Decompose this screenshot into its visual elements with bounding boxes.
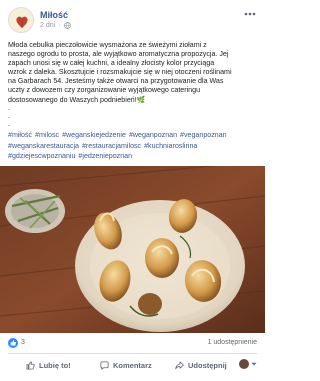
hashtags: #miłość #milosc #weganskiejedzenie #wega… xyxy=(8,130,260,162)
separator-dots: . . . xyxy=(8,105,10,129)
body-line: Młoda cebulka pieczołowicie wysmażona ze… xyxy=(8,41,207,49)
reaction-count[interactable]: 3 xyxy=(21,339,25,346)
facebook-post: Miłość 2 dni · Młoda cebulka pieczołowic… xyxy=(0,0,265,381)
hashtag-link[interactable]: #veganpoznan xyxy=(180,131,227,139)
hashtag-link[interactable]: #jedzeniepoznan xyxy=(78,152,132,160)
action-bar: Lubię to! Komentarz Udostępnij xyxy=(8,356,257,374)
post-time[interactable]: 2 dni xyxy=(40,22,55,29)
hashtag-link[interactable]: #gdziejescwpoznaniu xyxy=(8,152,75,160)
body-line: dostosowanego do Waszych podniebień! xyxy=(8,95,137,104)
divider xyxy=(8,353,257,354)
hashtag-link[interactable]: #miłość xyxy=(8,131,32,139)
avatar xyxy=(239,359,249,369)
share-icon xyxy=(175,360,184,370)
post-header: Miłość 2 dni · xyxy=(8,7,257,37)
hashtag-link[interactable]: #restauracjamilosc xyxy=(82,142,141,150)
page-name-link[interactable]: Miłość xyxy=(40,10,68,20)
like-reaction-icon[interactable] xyxy=(8,338,18,348)
post-stats: 3 1 udostępnienie xyxy=(8,338,257,350)
hashtag-link[interactable]: #weganskarestauracja xyxy=(8,142,79,150)
comment-icon xyxy=(100,360,109,370)
post-body: Młoda cebulka pieczołowicie wysmażona ze… xyxy=(8,41,258,105)
post-photo[interactable] xyxy=(0,166,265,333)
body-line: naszego ogrodu to prosta, ale wyjątkowo … xyxy=(8,50,229,59)
hashtag-link[interactable]: #weganpoznan xyxy=(129,131,177,139)
more-options-icon[interactable] xyxy=(243,9,257,19)
page-avatar[interactable] xyxy=(8,7,34,33)
body-line: wzrok z daleka. Skosztujcie i rozsmakujc… xyxy=(8,68,232,77)
post-meta: 2 dni · xyxy=(40,22,71,29)
share-label: Udostępnij xyxy=(188,360,227,370)
dot: . xyxy=(8,121,10,128)
comment-label: Komentarz xyxy=(113,360,152,370)
share-button[interactable]: Udostępnij xyxy=(175,358,227,372)
hashtag-link[interactable]: #weganskiejedzenie xyxy=(62,131,126,139)
caret-down-icon xyxy=(251,361,257,367)
thumbs-up-icon xyxy=(26,361,35,370)
reaction-profile-selector[interactable] xyxy=(239,359,257,369)
body-line: zapach unosi się w całej kuchni, a ideal… xyxy=(8,59,215,68)
hashtag-link[interactable]: #kuchniaroslinna xyxy=(144,142,197,150)
comment-button[interactable]: Komentarz xyxy=(100,358,152,372)
roasted-onions-photo xyxy=(0,166,265,333)
dot: . xyxy=(8,113,10,120)
globe-icon[interactable] xyxy=(63,22,71,29)
body-line: uczty z dowozem czy zorganizowanie wyjąt… xyxy=(8,86,201,95)
shares-count[interactable]: 1 udostępnienie xyxy=(208,339,257,346)
like-button[interactable]: Lubię to! xyxy=(26,358,71,372)
hashtag-link[interactable]: #milosc xyxy=(35,131,59,139)
body-line: na Garbarach 54. Jesteśmy także otwarci … xyxy=(8,77,224,86)
herb-emoji: 🌿 xyxy=(136,96,146,104)
like-label: Lubię to! xyxy=(39,360,71,370)
dot: . xyxy=(8,105,10,112)
